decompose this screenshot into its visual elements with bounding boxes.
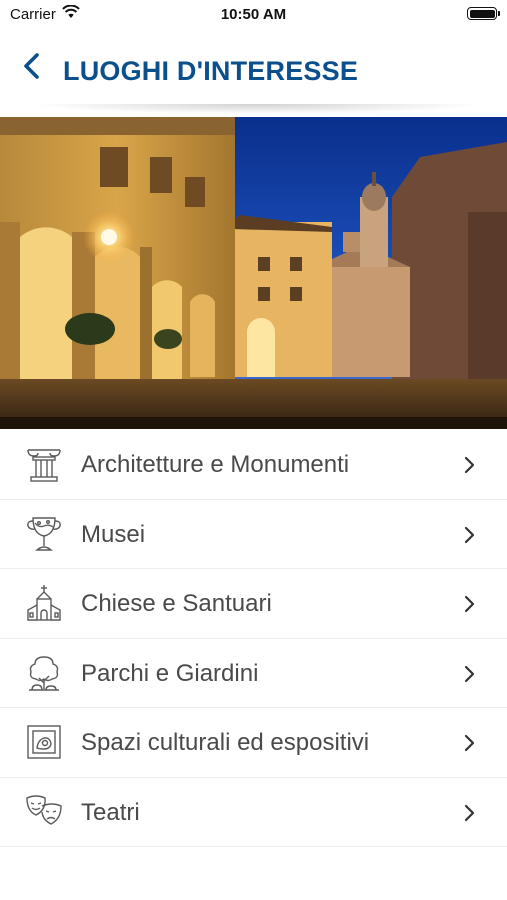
list-item-chiese[interactable]: Chiese e Santuari	[0, 569, 507, 639]
status-bar: Carrier 10:50 AM	[0, 0, 507, 30]
list-item-label: Musei	[81, 520, 146, 548]
list-item-label: Teatri	[81, 798, 140, 826]
chevron-right-icon	[464, 665, 475, 682]
nav-divider	[30, 104, 485, 114]
navigation-bar: LUOGHI D'INTERESSE	[0, 38, 507, 108]
list-item-label: Parchi e Giardini	[81, 659, 259, 687]
chevron-right-icon	[464, 526, 475, 543]
chevron-right-icon	[464, 456, 475, 474]
frame-icon	[27, 725, 61, 759]
column-icon	[27, 449, 61, 482]
list-item-parchi[interactable]: Parchi e Giardini	[0, 639, 507, 708]
page-title: LUOGHI D'INTERESSE	[63, 56, 359, 86]
theater-masks-icon	[26, 794, 62, 825]
hero-image	[0, 117, 507, 429]
list-item-architetture[interactable]: Architetture e Monumenti	[0, 430, 507, 500]
tree-icon	[29, 655, 59, 691]
list-item-musei[interactable]: Musei	[0, 500, 507, 569]
list-item-label: Architetture e Monumenti	[81, 451, 350, 478]
list-item-teatri[interactable]: Teatri	[0, 778, 507, 847]
church-icon	[27, 585, 61, 621]
category-list: Architetture e Monumenti Musei Chiese e …	[0, 430, 507, 847]
chevron-right-icon	[464, 595, 475, 613]
chevron-right-icon	[464, 734, 475, 752]
back-chevron-icon[interactable]	[18, 50, 48, 84]
battery-icon	[467, 7, 500, 20]
list-item-label: Spazi culturali ed espositivi	[81, 729, 370, 756]
list-item-spazi-culturali[interactable]: Spazi culturali ed espositivi	[0, 708, 507, 778]
list-item-label: Chiese e Santuari	[81, 590, 272, 617]
trophy-icon	[27, 516, 61, 551]
chevron-right-icon	[464, 804, 475, 821]
status-time: 10:50 AM	[220, 6, 287, 23]
